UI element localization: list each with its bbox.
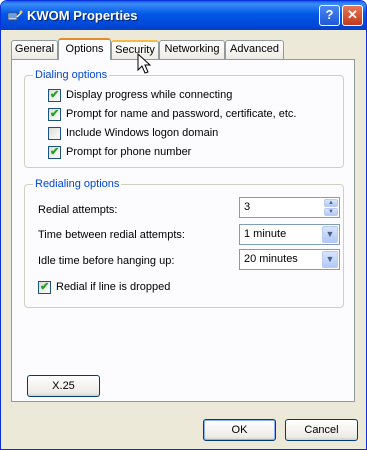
- display-progress-label: Display progress while connecting: [66, 89, 233, 101]
- redial-attempts-label: Redial attempts:: [38, 204, 118, 216]
- time-between-label: Time between redial attempts:: [38, 229, 185, 241]
- checkmark-icon: ✔: [50, 89, 60, 101]
- options-panel: Dialing options ✔ Display progress while…: [11, 59, 355, 402]
- checkbox-box: ✔: [48, 108, 61, 121]
- close-button[interactable]: ✕: [342, 5, 363, 26]
- checkbox-box: ✔: [48, 146, 61, 159]
- spin-buttons: ▲ ▼: [324, 199, 338, 216]
- checkmark-icon: ✔: [50, 108, 60, 120]
- redial-attempts-value: 3: [244, 201, 251, 213]
- include-logon-domain-label: Include Windows logon domain: [66, 127, 219, 139]
- prompt-credentials-label: Prompt for name and password, certificat…: [66, 108, 297, 120]
- ok-button[interactable]: OK: [203, 419, 276, 441]
- spin-up-icon[interactable]: ▲: [324, 199, 338, 207]
- properties-dialog: KWOM Properties ? ✕ General Options Secu…: [0, 0, 367, 450]
- prompt-phone-number-label: Prompt for phone number: [66, 146, 192, 158]
- checkmark-icon: ✔: [40, 281, 50, 293]
- dialing-options-title: Dialing options: [33, 69, 110, 81]
- network-connection-icon: [7, 10, 23, 21]
- time-between-select[interactable]: 1 minute ▼: [239, 224, 340, 245]
- x25-button[interactable]: X.25: [27, 375, 100, 397]
- checkmark-icon: ✔: [50, 146, 60, 158]
- idle-time-value: 20 minutes: [244, 253, 298, 265]
- redialing-options-title: Redialing options: [33, 178, 122, 190]
- checkbox-box: ✔: [38, 281, 51, 294]
- tab-options[interactable]: Options: [58, 38, 111, 60]
- redial-attempts-stepper[interactable]: 3 ▲ ▼: [239, 197, 340, 218]
- checkbox-box: [48, 127, 61, 140]
- tab-general[interactable]: General: [11, 40, 58, 59]
- tab-networking[interactable]: Networking: [159, 40, 225, 59]
- time-between-value: 1 minute: [244, 228, 287, 240]
- chevron-down-icon[interactable]: ▼: [322, 251, 338, 268]
- spin-down-icon[interactable]: ▼: [324, 208, 338, 216]
- checkbox-box: ✔: [48, 89, 61, 102]
- idle-time-select[interactable]: 20 minutes ▼: [239, 249, 340, 270]
- title-bar[interactable]: KWOM Properties ? ✕: [1, 1, 366, 30]
- chevron-down-icon[interactable]: ▼: [322, 226, 338, 243]
- redial-if-dropped-label: Redial if line is dropped: [56, 281, 171, 293]
- idle-time-label: Idle time before hanging up:: [38, 255, 175, 267]
- help-button[interactable]: ?: [319, 5, 340, 26]
- tab-advanced[interactable]: Advanced: [225, 40, 284, 59]
- tab-security[interactable]: Security: [111, 40, 159, 59]
- window-title: KWOM Properties: [27, 8, 138, 23]
- cancel-button[interactable]: Cancel: [285, 419, 358, 441]
- mouse-pointer-icon: [137, 53, 151, 74]
- dialing-options-group: Dialing options ✔ Display progress while…: [24, 69, 344, 168]
